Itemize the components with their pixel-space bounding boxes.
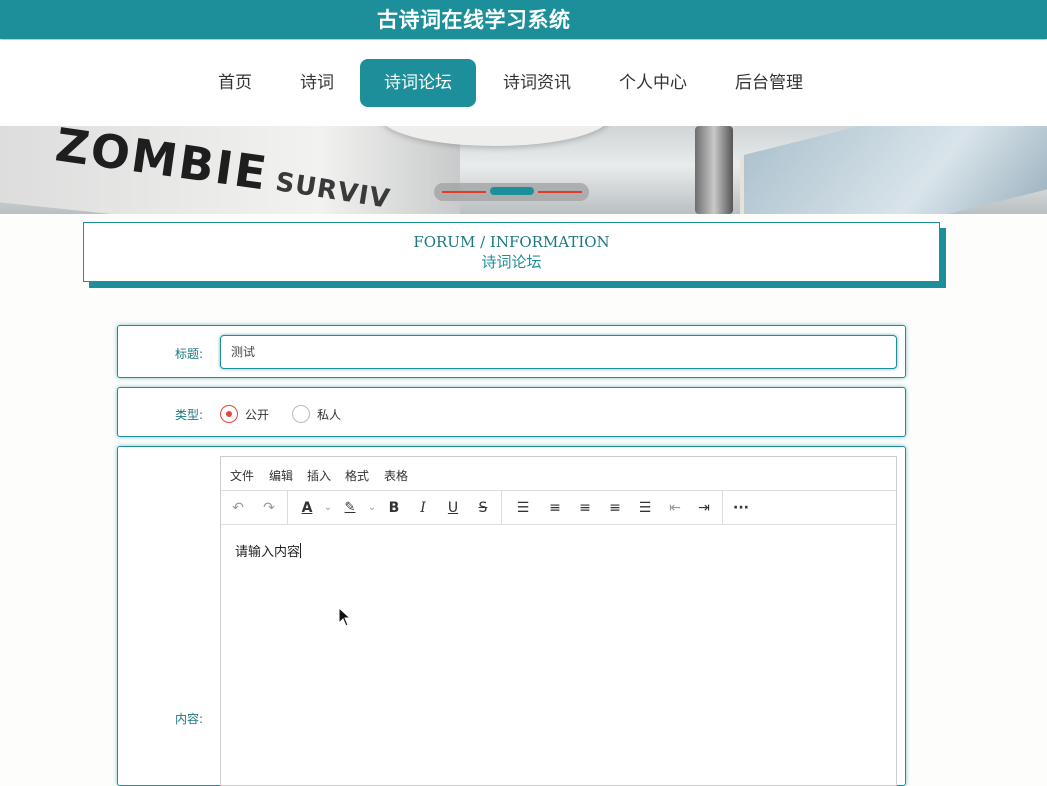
title-row: 标题: 测试 [117,325,906,378]
type-private-label[interactable]: 私人 [317,406,341,423]
section-title-en: FORUM / INFORMATION [413,233,610,251]
underline-icon[interactable]: U [442,498,464,518]
carousel-indicator-active[interactable] [490,187,534,195]
text-color-icon[interactable]: A [296,498,318,518]
rich-text-editor: 文件 编辑 插入 格式 表格 ↶ ↷ A ⌄ ✎ ⌄ B I U S ☰ ≡ ≡… [220,456,897,786]
strikethrough-icon[interactable]: S [472,498,494,518]
nav-home[interactable]: 首页 [207,59,263,107]
nav-news[interactable]: 诗词资讯 [495,59,579,107]
editor-menubar: 文件 编辑 插入 格式 表格 [221,457,896,491]
more-icon[interactable]: ··· [730,498,752,518]
top-bar: 古诗词在线学习系统 [0,0,1047,39]
mouse-cursor-icon [338,607,352,627]
editor-content[interactable]: 请输入内容 [235,541,302,560]
outdent-icon[interactable]: ⇤ [664,498,686,518]
title-label: 标题: [174,347,203,361]
main-nav: 首页 诗词 诗词论坛 诗词资讯 个人中心 后台管理 [0,40,1047,126]
title-input[interactable]: 测试 [220,335,897,369]
section-title-cn: 诗词论坛 [481,253,542,271]
chevron-down-icon[interactable]: ⌄ [317,498,339,518]
carousel-indicator[interactable] [442,191,486,193]
site-title: 古诗词在线学习系统 [377,8,571,32]
indent-icon[interactable]: ⇥ [693,498,715,518]
chevron-down-icon[interactable]: ⌄ [361,498,383,518]
align-left-icon[interactable]: ≡ [544,498,566,518]
editor-toolbar: ↶ ↷ A ⌄ ✎ ⌄ B I U S ☰ ≡ ≡ ≡ ☰ ⇤ ⇥ ··· [221,491,896,525]
undo-icon[interactable]: ↶ [227,498,249,518]
text-caret [300,543,302,558]
align-center-icon[interactable]: ≡ [574,498,596,518]
carousel-indicators [434,183,589,201]
nav-poems[interactable]: 诗词 [289,59,345,107]
align-right-icon[interactable]: ≡ [604,498,626,518]
type-row: 类型: 公开 私人 [117,387,906,437]
nav-admin[interactable]: 后台管理 [727,59,811,107]
line-height-icon[interactable]: ☰ [512,498,534,518]
menu-edit[interactable]: 编辑 [269,467,293,484]
bold-icon[interactable]: B [383,498,405,518]
menu-insert[interactable]: 插入 [307,467,331,484]
menu-table[interactable]: 表格 [384,467,408,484]
redo-icon[interactable]: ↷ [258,498,280,518]
type-public-label[interactable]: 公开 [245,406,269,423]
type-private-radio[interactable] [292,405,310,423]
carousel-indicator[interactable] [538,191,582,193]
menu-format[interactable]: 格式 [345,467,369,484]
nav-forum[interactable]: 诗词论坛 [360,59,476,107]
banner-carousel[interactable]: ZOMBIE SURVIV [0,126,1047,214]
highlight-icon[interactable]: ✎ [339,498,361,518]
type-public-radio[interactable] [220,405,238,423]
menu-file[interactable]: 文件 [230,467,254,484]
editor-placeholder: 请输入内容 [235,545,301,560]
section-header: FORUM / INFORMATION 诗词论坛 [83,222,940,282]
content-row: 内容: 文件 编辑 插入 格式 表格 ↶ ↷ A ⌄ ✎ ⌄ B I U S ☰… [117,446,906,786]
align-justify-icon[interactable]: ☰ [634,498,656,518]
nav-user-center[interactable]: 个人中心 [611,59,695,107]
italic-icon[interactable]: I [412,498,434,518]
content-label: 内容: [174,712,203,726]
type-label: 类型: [174,408,203,422]
